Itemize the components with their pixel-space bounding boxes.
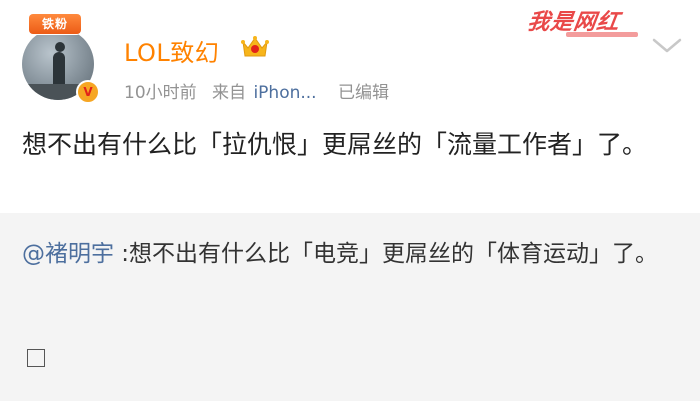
repost-body-text: :想不出有什么比「电竞」更屌丝的「体育运动」了。 xyxy=(114,241,659,267)
author-name[interactable]: LOL致幻 xyxy=(124,33,219,68)
avatar-figure-head xyxy=(55,42,65,52)
verified-badge-icon: V xyxy=(76,80,100,104)
post-meta: 10小时前 来自 iPhon... 已编辑 xyxy=(124,78,389,103)
chevron-down-icon[interactable] xyxy=(650,34,684,56)
weibo-post: 铁粉 V LOL致幻 10小时前 来自 iPhon... 已编辑 我是网红 想不… xyxy=(0,0,700,213)
vip-crown-icon[interactable] xyxy=(240,33,270,59)
repost-content: @褚明宇 :想不出有什么比「电竞」更屌丝的「体育运动」了。 xyxy=(22,235,672,273)
post-time: 10小时前 xyxy=(124,83,197,103)
post-body-text: 想不出有什么比「拉仇恨」更屌丝的「流量工作者」了。 xyxy=(22,130,648,159)
repost-mention-link[interactable]: @褚明宇 xyxy=(22,241,114,267)
source-label: 来自 xyxy=(212,83,247,103)
source-device-link[interactable]: iPhon... xyxy=(253,83,316,103)
repost-block[interactable]: @褚明宇 :想不出有什么比「电竞」更屌丝的「体育运动」了。 xyxy=(0,213,700,401)
avatar-container[interactable]: 铁粉 V xyxy=(22,14,102,104)
watermark-underline xyxy=(566,32,638,37)
edited-label: 已编辑 xyxy=(338,83,389,103)
image-placeholder-icon[interactable] xyxy=(27,349,45,367)
fan-badge: 铁粉 xyxy=(29,14,81,34)
